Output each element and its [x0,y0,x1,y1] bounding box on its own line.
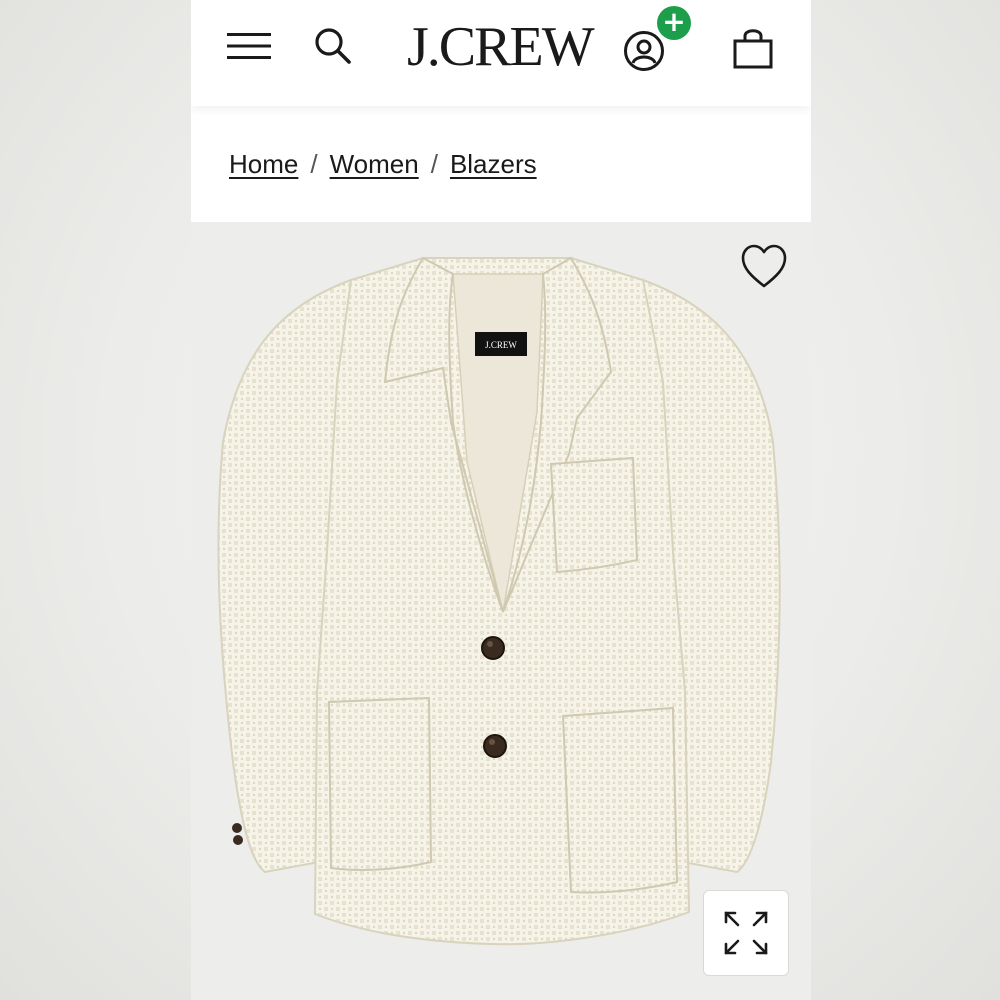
breadcrumb: Home / Women / Blazers [229,140,537,188]
product-image-area[interactable]: J.CREW [191,222,811,1000]
breadcrumb-link-blazers[interactable]: Blazers [450,149,537,179]
heart-icon [741,244,787,288]
product-image: J.CREW [217,256,781,946]
search-icon [315,28,351,64]
account-icon [624,31,664,71]
expand-icon [724,911,768,955]
account-button[interactable] [623,30,665,72]
breadcrumb-link-home[interactable]: Home [229,149,298,179]
breadcrumb-separator: / [310,149,318,179]
shopping-bag-button[interactable] [731,26,775,70]
search-button[interactable] [313,26,353,66]
zoom-button[interactable] [703,890,789,976]
breadcrumb-link-women[interactable]: Women [330,149,419,179]
menu-button[interactable] [227,32,271,60]
wishlist-button[interactable] [739,242,789,290]
shopping-bag-icon [733,29,773,69]
site-header: J.CREW + [191,0,811,106]
hamburger-menu-icon [227,33,271,59]
rewards-plus-badge[interactable]: + [657,6,691,40]
brand-logo[interactable]: J.CREW [407,14,595,80]
garment-label-text: J.CREW [485,340,517,350]
mobile-page: J.CREW + Home / Women / Blazers J.CREW [191,0,811,1000]
breadcrumb-separator: / [430,149,438,179]
